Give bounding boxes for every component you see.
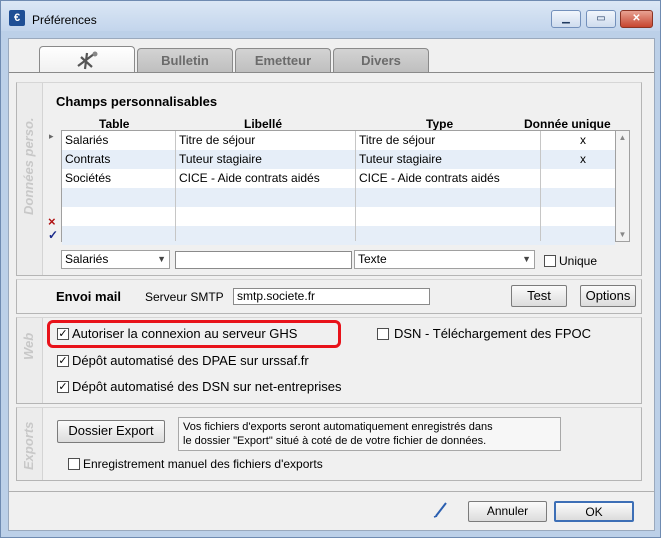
minimize-icon[interactable]: ▁ bbox=[551, 10, 581, 28]
mail-heading: Envoi mail bbox=[56, 289, 122, 304]
manual-export-checkbox[interactable] bbox=[68, 458, 80, 470]
tab-divider bbox=[9, 72, 654, 73]
dsn-auto-label: Dépôt automatisé des DSN sur net-entrepr… bbox=[72, 379, 342, 394]
maximize-icon[interactable]: ▭ bbox=[586, 10, 616, 28]
chevron-down-icon: ▼ bbox=[522, 254, 531, 264]
mail-section: Envoi mail Serveur SMTP smtp.societe.fr … bbox=[16, 279, 642, 314]
export-info-box: Vos fichiers d'exports seront automatiqu… bbox=[178, 417, 561, 451]
row-1-unique[interactable]: x bbox=[577, 131, 586, 150]
ghs-checkbox[interactable]: ✓ bbox=[57, 328, 69, 340]
row-3-table[interactable]: Sociétés bbox=[62, 169, 111, 188]
dsn-fpoc-checkbox[interactable] bbox=[377, 328, 389, 340]
title-bar: € Préférences ▁ ▭ ✕ bbox=[1, 1, 660, 31]
export-info-line-1: Vos fichiers d'exports seront automatiqu… bbox=[183, 421, 493, 433]
tab-emetteur[interactable]: Emetteur bbox=[235, 48, 331, 72]
close-icon[interactable]: ✕ bbox=[620, 10, 653, 28]
column-header-unique: Donnée unique bbox=[524, 117, 611, 131]
side-label-exports: Exports bbox=[17, 408, 43, 480]
window-title: Préférences bbox=[32, 13, 97, 27]
scroll-up-icon[interactable]: ▲ bbox=[616, 133, 629, 142]
smtp-label: Serveur SMTP bbox=[145, 290, 224, 304]
row-3-unique[interactable] bbox=[577, 169, 580, 188]
side-label-web: Web bbox=[17, 318, 43, 403]
row-1-libelle[interactable]: Titre de séjour bbox=[176, 131, 255, 150]
export-info-line-2: le dossier "Export" situé à coté de de v… bbox=[183, 435, 487, 447]
delete-row-icon[interactable]: × bbox=[48, 214, 56, 229]
smtp-input[interactable]: smtp.societe.fr bbox=[233, 288, 430, 305]
ok-button[interactable]: OK bbox=[554, 501, 634, 522]
cancel-button[interactable]: Annuler bbox=[468, 501, 547, 522]
app-icon: € bbox=[9, 10, 25, 26]
row-2-libelle[interactable]: Tuteur stagiaire bbox=[176, 150, 262, 169]
side-label-exports-text: Exports bbox=[21, 421, 36, 470]
row-2-type[interactable]: Tuteur stagiaire bbox=[356, 150, 442, 169]
options-button[interactable]: Options bbox=[580, 285, 636, 307]
validate-row-icon[interactable]: ✓ bbox=[48, 228, 58, 242]
unique-checkbox[interactable] bbox=[544, 255, 556, 267]
test-button[interactable]: Test bbox=[511, 285, 567, 307]
custom-fields-table[interactable]: Salariés Titre de séjour Titre de séjour… bbox=[61, 130, 630, 245]
type-combo[interactable]: Texte ▼ bbox=[354, 250, 535, 269]
dpae-checkbox[interactable]: ✓ bbox=[57, 355, 69, 367]
side-label-web-text: Web bbox=[21, 332, 36, 360]
tab-general[interactable] bbox=[39, 46, 135, 73]
tab-divers[interactable]: Divers bbox=[333, 48, 429, 72]
custom-fields-heading: Champs personnalisables bbox=[56, 94, 218, 109]
dialog-body: Bulletin Emetteur Divers Données perso. … bbox=[8, 38, 655, 531]
preferences-window: € Préférences ▁ ▭ ✕ Bulletin Emetteur Di… bbox=[0, 0, 661, 538]
row-3-libelle[interactable]: CICE - Aide contrats aidés bbox=[176, 169, 320, 188]
side-label-donnees-text: Données perso. bbox=[21, 117, 36, 215]
dsn-auto-checkbox[interactable]: ✓ bbox=[57, 381, 69, 393]
column-header-type: Type bbox=[426, 117, 454, 131]
row-2-table[interactable]: Contrats bbox=[62, 150, 110, 169]
table-scrollbar[interactable]: ▲ ▼ bbox=[616, 131, 629, 241]
column-header-libelle: Libellé bbox=[244, 117, 283, 131]
dsn-fpoc-label: DSN - Téléchargement des FPOC bbox=[394, 326, 591, 341]
unique-label: Unique bbox=[559, 254, 598, 268]
pencil-icon[interactable] bbox=[433, 500, 449, 518]
footer-divider bbox=[9, 491, 654, 492]
row-2-unique[interactable]: x bbox=[577, 150, 586, 169]
exports-section: Exports Dossier Export Vos fichiers d'ex… bbox=[16, 407, 642, 481]
table-combo-value: Salariés bbox=[65, 252, 109, 266]
web-section: Web ✓ Autoriser la connexion au serveur … bbox=[16, 317, 642, 404]
type-combo-value: Texte bbox=[358, 252, 387, 266]
table-combo[interactable]: Salariés ▼ bbox=[61, 250, 170, 269]
side-label-donnees: Données perso. bbox=[17, 83, 43, 275]
manual-export-label: Enregistrement manuel des fichiers d'exp… bbox=[83, 457, 323, 471]
tab-bulletin[interactable]: Bulletin bbox=[137, 48, 233, 72]
scroll-down-icon[interactable]: ▼ bbox=[616, 230, 629, 239]
custom-fields-section: Données perso. Champs personnalisables T… bbox=[16, 82, 642, 276]
column-header-table: Table bbox=[99, 117, 130, 131]
dpae-label: Dépôt automatisé des DPAE sur urssaf.fr bbox=[72, 353, 309, 368]
current-row-indicator: ▸ bbox=[49, 131, 54, 141]
dossier-export-button[interactable]: Dossier Export bbox=[57, 420, 165, 443]
row-1-table[interactable]: Salariés bbox=[62, 131, 108, 150]
row-3-type[interactable]: CICE - Aide contrats aidés bbox=[356, 169, 500, 188]
settings-tab-icon bbox=[77, 51, 98, 70]
chevron-down-icon: ▼ bbox=[157, 254, 166, 264]
row-1-type[interactable]: Titre de séjour bbox=[356, 131, 435, 150]
ghs-label: Autoriser la connexion au serveur GHS bbox=[72, 326, 298, 341]
libelle-input[interactable] bbox=[175, 251, 352, 269]
